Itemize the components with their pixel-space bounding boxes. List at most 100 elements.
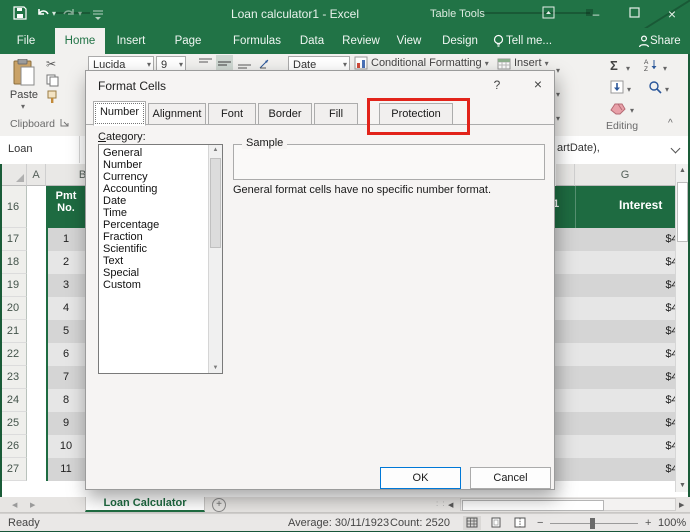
redo-icon[interactable] [62,6,76,22]
formula-bar-expand-icon[interactable] [671,144,681,154]
cells-group-caret[interactable]: ▾ [556,66,560,75]
dialog-tab-alignment[interactable]: Alignment [148,103,206,125]
hscroll-right-icon[interactable]: ▶ [679,501,684,509]
scrollbar-splitter-handle[interactable]: : : [436,499,446,508]
dialog-tab-border[interactable]: Border [258,103,312,125]
category-item[interactable]: Custom [99,279,208,291]
customize-qat-icon[interactable] [92,8,104,23]
column-header-f-sliver[interactable] [556,164,575,186]
pmt-cell[interactable]: 4 [48,297,84,320]
row-number[interactable]: 17 [0,228,27,251]
sheet-nav-right-icon[interactable]: ▶ [30,501,35,509]
category-item[interactable]: Percentage [99,219,208,231]
paste-icon[interactable] [12,59,36,90]
category-item[interactable]: Number [99,159,208,171]
interest-cell[interactable]: $44.3 [575,343,690,366]
tab-page-layout[interactable]: Page Layout [156,28,220,54]
column-header-g[interactable]: G [575,164,675,186]
cancel-button[interactable]: Cancel [470,467,551,489]
tab-data[interactable]: Data [293,28,331,54]
interest-cell[interactable]: $44.9 [575,297,690,320]
category-item[interactable]: Accounting [99,183,208,195]
tab-insert[interactable]: Insert [110,28,152,54]
tab-design[interactable]: Design [437,28,483,54]
pmt-no-header-cell[interactable]: Pmt No. [48,186,84,228]
share-label[interactable]: Share [650,28,686,54]
interest-cell[interactable]: $44.6 [575,320,690,343]
interest-cell[interactable]: $43.7 [575,389,690,412]
formula-bar-fragment[interactable]: artDate), [557,142,600,154]
pmt-cell[interactable]: 8 [48,389,84,412]
tell-me-label[interactable]: Tell me... [506,28,558,54]
insert-cells-button[interactable]: Insert ▾ [514,57,549,69]
row-number[interactable]: 27 [0,458,27,481]
category-item[interactable]: Special [99,267,208,279]
row-number[interactable]: 26 [0,435,27,458]
category-item[interactable]: Currency [99,171,208,183]
tab-review[interactable]: Review [338,28,384,54]
list-scroll-thumb[interactable] [210,158,221,248]
close-button[interactable]: × [664,6,680,22]
copy-icon[interactable] [46,74,59,90]
save-icon[interactable] [13,6,27,23]
dialog-help-button[interactable]: ? [488,78,506,92]
dialog-close-button[interactable]: × [528,76,548,92]
new-sheet-button[interactable]: + [212,498,226,512]
paste-dropdown-caret[interactable]: ▾ [21,102,25,111]
pmt-cell[interactable]: 1 [48,228,84,251]
row-number[interactable]: 21 [0,320,27,343]
pmt-cell[interactable]: 10 [48,435,84,458]
row-number[interactable]: 16 [0,186,27,228]
interest-header-cell[interactable]: Interest [619,198,666,212]
undo-icon[interactable] [36,6,50,22]
name-box[interactable]: Loan [0,136,80,163]
interest-cell[interactable]: $45.5 [575,251,690,274]
dialog-tab-number[interactable]: Number [93,101,146,126]
pmt-cell[interactable]: 11 [48,458,84,481]
hscroll-left-icon[interactable]: ◀ [448,501,453,509]
category-item[interactable]: Fraction [99,231,208,243]
paste-button[interactable]: Paste [8,89,40,101]
pmt-cell[interactable]: 7 [48,366,84,389]
cut-icon[interactable]: ✂ [46,57,56,71]
view-normal-icon[interactable] [463,516,481,530]
ok-button[interactable]: OK [380,467,461,489]
category-item[interactable]: Scientific [99,243,208,255]
row-number[interactable]: 22 [0,343,27,366]
select-all-corner[interactable] [0,164,27,186]
find-caret[interactable]: ▾ [665,85,669,94]
share-person-icon[interactable] [638,35,650,51]
align-middle-icon[interactable] [216,55,233,71]
view-page-layout-icon[interactable] [487,516,505,530]
redo-dropdown-caret[interactable]: ▾ [78,9,82,18]
zoom-slider-handle[interactable] [590,518,595,529]
row-number[interactable]: 24 [0,389,27,412]
clear-caret[interactable]: ▾ [630,106,634,115]
interest-cell[interactable]: $43.5 [575,412,690,435]
dialog-tab-font[interactable]: Font [208,103,256,125]
interest-cell[interactable]: $45.2 [575,274,690,297]
format-painter-icon[interactable] [46,90,59,106]
sort-filter-icon[interactable]: AZ [644,58,659,75]
autosum-caret[interactable]: ▾ [626,64,630,73]
pmt-cell[interactable]: 9 [48,412,84,435]
horizontal-scroll-thumb[interactable] [462,500,604,511]
category-item[interactable]: Time [99,207,208,219]
interest-cell[interactable]: $44.0 [575,366,690,389]
dialog-tab-fill[interactable]: Fill [314,103,358,125]
row-number[interactable]: 23 [0,366,27,389]
interest-cell[interactable]: $45.8 [575,228,690,251]
category-listbox[interactable]: General Number Currency Accounting Date … [98,144,223,374]
conditional-formatting-button[interactable]: Conditional Formatting ▾ [371,57,489,69]
pmt-cell[interactable]: 2 [48,251,84,274]
horizontal-scrollbar[interactable] [460,498,676,511]
find-icon[interactable] [648,80,662,97]
vertical-scroll-thumb[interactable] [677,182,688,242]
zoom-out-button[interactable]: − [537,514,543,532]
cells-group-caret[interactable]: ▾ [556,90,560,99]
category-item[interactable]: Text [99,255,208,267]
fill-caret[interactable]: ▾ [627,85,631,94]
tab-formulas[interactable]: Formulas [228,28,286,54]
vertical-scrollbar[interactable]: ▲ ▼ [675,164,688,492]
interest-cell[interactable]: $43.2 [575,435,690,458]
